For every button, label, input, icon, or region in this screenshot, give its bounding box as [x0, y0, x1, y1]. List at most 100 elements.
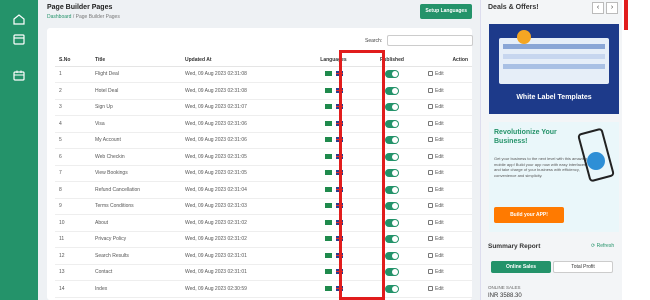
published-toggle[interactable] [385, 284, 399, 293]
arabic-flag-icon[interactable] [324, 203, 332, 209]
edit-link[interactable]: Edit [428, 253, 444, 259]
edit-link[interactable]: Edit [428, 286, 444, 292]
row-sno: 5 [55, 132, 91, 149]
row-action: Edit [428, 66, 472, 83]
col-action-header: Action [428, 54, 472, 67]
refresh-icon: ⟳ [591, 243, 596, 249]
arabic-flag-icon[interactable] [324, 120, 332, 126]
row-title: Hotel Deal [91, 82, 185, 100]
edit-label: Edit [435, 71, 444, 78]
edit-link[interactable]: Edit [428, 236, 444, 242]
row-title: Privacy Policy [91, 231, 185, 248]
row-title: My Account [91, 132, 185, 149]
edit-link[interactable]: Edit [428, 71, 444, 77]
row-title: View Bookings [91, 165, 185, 182]
edit-icon [428, 137, 433, 143]
published-toggle[interactable] [385, 218, 399, 227]
published-toggle[interactable] [385, 136, 399, 145]
tab-total-profit[interactable]: Total Profit [553, 261, 613, 273]
deals-title: Deals & Offers! [488, 4, 539, 11]
arabic-flag-icon[interactable] [324, 285, 332, 291]
row-updated-at: Wed, 09 Aug 2023 02:31:02 [185, 214, 311, 232]
row-sno: 9 [55, 198, 91, 215]
search-label: Search: [365, 38, 383, 44]
edit-link[interactable]: Edit [428, 170, 444, 176]
edit-link[interactable]: Edit [428, 121, 444, 127]
next-deal-button[interactable]: › [606, 2, 618, 14]
search-input[interactable] [387, 35, 473, 46]
published-toggle[interactable] [385, 103, 399, 112]
table-row: 14 Index Wed, 09 Aug 2023 02:30:59 Edit [55, 280, 472, 298]
edit-icon [428, 186, 433, 192]
published-toggle[interactable] [385, 185, 399, 194]
breadcrumb-dashboard-link[interactable]: Dashboard [47, 14, 71, 20]
row-title: Web Checkin [91, 148, 185, 166]
refresh-label: Refresh [596, 243, 615, 249]
edit-label: Edit [435, 137, 444, 144]
col-sno-header[interactable]: S.No [55, 54, 91, 67]
arabic-flag-icon[interactable] [324, 236, 332, 242]
arabic-flag-icon[interactable] [324, 137, 332, 143]
published-toggle[interactable] [385, 119, 399, 128]
published-toggle[interactable] [385, 70, 399, 79]
table-row: 10 About Wed, 09 Aug 2023 02:31:02 Edit [55, 214, 472, 232]
table-row: 12 Search Results Wed, 09 Aug 2023 02:31:0… [55, 247, 472, 265]
refresh-button[interactable]: ⟳ Refresh [591, 243, 614, 249]
edit-icon [428, 120, 433, 126]
home-icon[interactable] [13, 14, 25, 25]
build-app-button[interactable]: Build your APP! [494, 207, 564, 223]
edit-link[interactable]: Edit [428, 154, 444, 160]
row-title: Contact [91, 264, 185, 281]
published-toggle[interactable] [385, 235, 399, 244]
col-title-header[interactable]: Title [91, 54, 185, 67]
arabic-flag-icon[interactable] [324, 186, 332, 192]
arabic-flag-icon[interactable] [324, 87, 332, 93]
row-action: Edit [428, 148, 472, 166]
promo-text: Get your business to the next level with… [494, 156, 588, 178]
row-title: About [91, 214, 185, 232]
arabic-flag-icon[interactable] [324, 219, 332, 225]
edit-link[interactable]: Edit [428, 269, 444, 275]
published-toggle[interactable] [385, 251, 399, 260]
row-updated-at: Wed, 09 Aug 2023 02:31:01 [185, 264, 311, 281]
table-row: 7 View Bookings Wed, 09 Aug 2023 02:31:05 E… [55, 165, 472, 182]
col-updated-header[interactable]: Updated At [185, 54, 311, 67]
edit-icon [428, 285, 433, 291]
published-toggle[interactable] [385, 86, 399, 95]
published-toggle[interactable] [385, 268, 399, 277]
edit-link[interactable]: Edit [428, 203, 444, 209]
arabic-flag-icon[interactable] [324, 153, 332, 159]
row-updated-at: Wed, 09 Aug 2023 02:31:05 [185, 148, 311, 166]
setup-languages-button[interactable]: Setup Languages [420, 4, 472, 19]
published-toggle[interactable] [385, 169, 399, 178]
arabic-flag-icon[interactable] [324, 269, 332, 275]
arabic-flag-icon[interactable] [324, 252, 332, 258]
edit-label: Edit [435, 120, 444, 127]
outer-scroll-area [622, 0, 650, 300]
arabic-flag-icon[interactable] [324, 104, 332, 110]
tab-online-sales[interactable]: Online Sales [491, 261, 551, 273]
edit-link[interactable]: Edit [428, 187, 444, 193]
white-label-banner[interactable]: White Label Templates [489, 24, 619, 114]
row-action: Edit [428, 115, 472, 133]
published-toggle[interactable] [385, 152, 399, 161]
arabic-flag-icon[interactable] [324, 71, 332, 77]
prev-deal-button[interactable]: ‹ [592, 2, 604, 14]
window-icon[interactable] [13, 34, 25, 45]
scrollbar-thumb[interactable] [624, 0, 628, 30]
breadcrumb-current: Page Builder Pages [75, 14, 120, 20]
arabic-flag-icon[interactable] [324, 170, 332, 176]
online-sales-amount: INR 3588.30 [488, 293, 522, 299]
summary-title: Summary Report [488, 243, 541, 250]
edit-link[interactable]: Edit [428, 137, 444, 143]
edit-link[interactable]: Edit [428, 220, 444, 226]
edit-link[interactable]: Edit [428, 88, 444, 94]
edit-link[interactable]: Edit [428, 104, 444, 110]
row-sno: 1 [55, 66, 91, 83]
row-sno: 7 [55, 165, 91, 182]
row-action: Edit [428, 264, 472, 281]
calendar-icon[interactable] [13, 70, 25, 81]
edit-icon [428, 269, 433, 275]
row-title: Flight Deal [91, 66, 185, 83]
published-toggle[interactable] [385, 202, 399, 211]
